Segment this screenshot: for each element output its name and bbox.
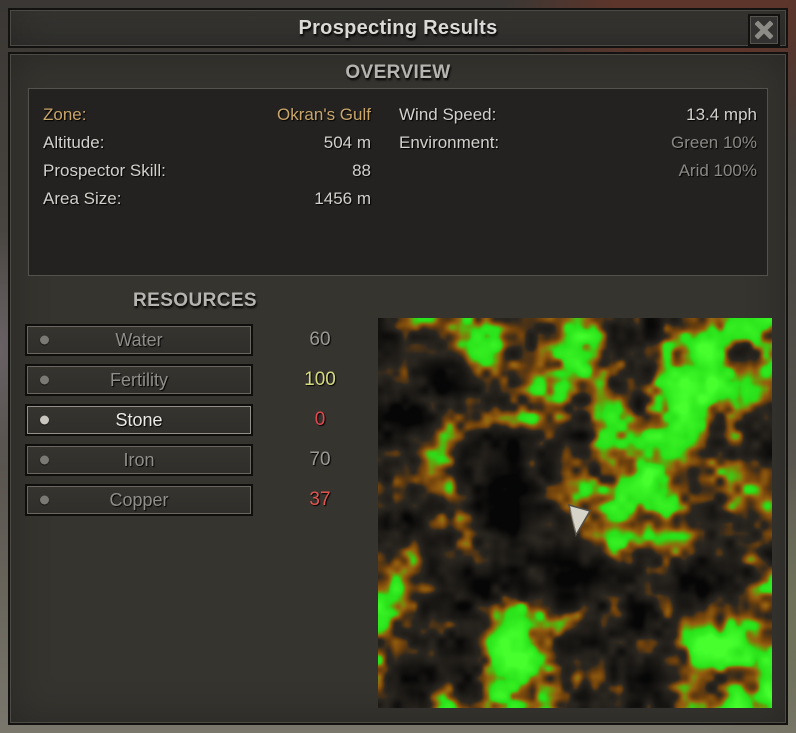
resource-map-canvas: [378, 318, 772, 708]
overview-row-arid: Arid 100%: [399, 157, 757, 185]
resources-heading: RESOURCES: [133, 290, 257, 311]
game-screen: { "window": { "title": "Prospecting Resu…: [0, 0, 796, 733]
overview-right-column: Wind Speed: 13.4 mph Environment: Green …: [381, 89, 767, 275]
prospecting-results-dialog: Prospecting Results OVERVIEW Zone: Okran…: [8, 8, 788, 725]
close-icon: [755, 21, 773, 39]
water-label: Water: [115, 329, 163, 350]
fertility-button[interactable]: Fertility: [25, 364, 253, 396]
area-size-label: Area Size:: [43, 189, 122, 208]
environment-label: Environment:: [399, 133, 500, 152]
environment-green-value: Green 10%: [671, 133, 757, 152]
radio-dot-icon: [40, 495, 49, 505]
stone-button[interactable]: Stone: [25, 404, 253, 436]
altitude-label: Altitude:: [43, 133, 105, 152]
close-button[interactable]: [748, 14, 780, 46]
water-value: 60: [309, 329, 331, 350]
radio-dot-icon: [40, 335, 49, 345]
overview-row-prospector-skill: Prospector Skill: 88: [43, 157, 371, 185]
dialog-body: OVERVIEW Zone: Okran's Gulf Altitude: 50…: [8, 52, 788, 725]
overview-row-area-size: Area Size: 1456 m: [43, 185, 371, 213]
resource-map: [378, 318, 772, 708]
resource-row-stone: Stone 0: [25, 404, 385, 436]
water-button[interactable]: Water: [25, 324, 253, 356]
resource-list: Water 60 Fertility 100 Stone 0 Iron 70 C…: [25, 324, 385, 524]
copper-button[interactable]: Copper: [25, 484, 253, 516]
copper-value: 37: [309, 489, 331, 510]
prospector-skill-label: Prospector Skill:: [43, 161, 166, 180]
overview-row-zone: Zone: Okran's Gulf: [43, 101, 371, 129]
overview-row-altitude: Altitude: 504 m: [43, 129, 371, 157]
resource-row-copper: Copper 37: [25, 484, 385, 516]
iron-value: 70: [309, 449, 331, 470]
fertility-label: Fertility: [110, 369, 168, 390]
prospector-skill-value: 88: [352, 161, 371, 180]
resource-row-fertility: Fertility 100: [25, 364, 385, 396]
radio-dot-icon: [40, 375, 49, 385]
stone-value: 0: [314, 409, 326, 430]
copper-label: Copper: [109, 489, 169, 510]
resource-row-water: Water 60: [25, 324, 385, 356]
resource-row-iron: Iron 70: [25, 444, 385, 476]
environment-arid-value: Arid 100%: [678, 161, 757, 180]
overview-heading: OVERVIEW: [345, 62, 451, 83]
zone-label: Zone:: [43, 105, 87, 124]
radio-dot-icon: [40, 455, 49, 465]
overview-left-column: Zone: Okran's Gulf Altitude: 504 m Prosp…: [29, 89, 381, 275]
overview-row-environment: Environment: Green 10%: [399, 129, 757, 157]
wind-speed-value: 13.4 mph: [686, 105, 757, 124]
stone-label: Stone: [115, 409, 163, 430]
zone-value: Okran's Gulf: [277, 105, 371, 124]
iron-button[interactable]: Iron: [25, 444, 253, 476]
area-size-value: 1456 m: [314, 189, 371, 208]
altitude-value: 504 m: [323, 133, 371, 152]
iron-label: Iron: [123, 449, 155, 470]
fertility-value: 100: [304, 369, 336, 390]
overview-box: Zone: Okran's Gulf Altitude: 504 m Prosp…: [28, 88, 768, 276]
radio-dot-icon: [40, 415, 49, 425]
overview-row-wind-speed: Wind Speed: 13.4 mph: [399, 101, 757, 129]
wind-speed-label: Wind Speed:: [399, 105, 497, 124]
title-bar: Prospecting Results: [8, 8, 788, 48]
page-title: Prospecting Results: [298, 16, 498, 39]
